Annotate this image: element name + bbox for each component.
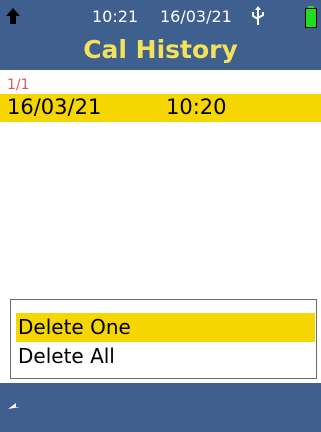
history-time: 10:20 [166, 95, 227, 119]
status-date: 16/03/21 [160, 7, 232, 26]
page-indicator: 1/1 [7, 77, 30, 93]
back-icon[interactable] [8, 403, 28, 417]
footer-bar [0, 383, 321, 432]
battery-icon [305, 6, 317, 28]
history-list-item[interactable]: 16/03/21 10:20 [0, 94, 321, 122]
up-arrow-icon [6, 8, 20, 24]
header-bar: 10:21 16/03/21 Cal History [0, 0, 321, 70]
delete-menu: Delete One Delete All [10, 299, 317, 379]
history-date: 16/03/21 [7, 95, 102, 119]
page-title: Cal History [83, 35, 238, 64]
delete-one-menu-item[interactable]: Delete One [16, 313, 315, 342]
usb-icon [252, 6, 264, 25]
status-time: 10:21 [92, 7, 139, 26]
delete-all-menu-item[interactable]: Delete All [16, 342, 315, 371]
